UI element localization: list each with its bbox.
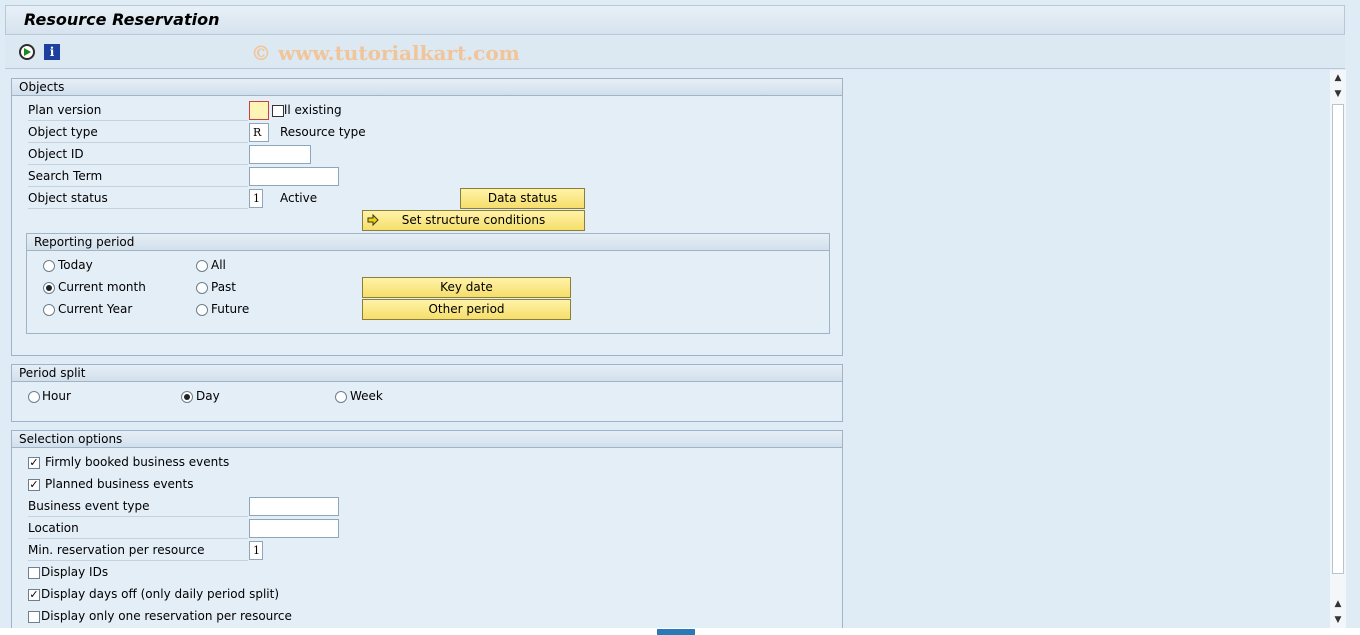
selection-options-group: Selection options ✓ Firmly booked busine… (11, 430, 843, 628)
watermark: © www.tutorialkart.com (251, 41, 520, 65)
objects-group-header: Objects (12, 79, 842, 96)
application-toolbar: i © www.tutorialkart.com (5, 36, 1345, 69)
object-type-text: Resource type (280, 125, 366, 139)
current-month-label: Current month (58, 280, 146, 294)
today-label: Today (58, 258, 93, 272)
selection-options-header: Selection options (12, 431, 842, 448)
key-date-button[interactable]: Key date (362, 277, 571, 298)
current-year-label: Current Year (58, 302, 133, 316)
display-days-off-label: Display days off (only daily period spli… (41, 587, 280, 601)
current-month-radio[interactable] (43, 282, 55, 294)
all-label: All (211, 258, 226, 272)
day-label: Day (196, 389, 220, 403)
plan-version-input[interactable] (249, 101, 269, 120)
scroll-down-icon[interactable]: ▼ (1330, 612, 1346, 628)
object-status-text: Active (280, 191, 318, 205)
empty-area (843, 72, 1330, 628)
day-radio[interactable] (181, 391, 193, 403)
objects-group: Objects Plan version ll existing Object … (11, 78, 843, 356)
search-term-input[interactable] (249, 167, 339, 186)
data-status-button[interactable]: Data status (460, 188, 585, 209)
arrow-right-icon (367, 214, 379, 226)
location-label: Location (28, 518, 248, 539)
past-label: Past (211, 280, 237, 294)
planned-label: Planned business events (45, 477, 194, 491)
display-one-reservation-label: Display only one reservation per resourc… (41, 609, 292, 623)
business-event-type-label: Business event type (28, 496, 248, 517)
future-radio[interactable] (196, 304, 208, 316)
plan-version-text: ll existing (284, 103, 342, 117)
business-event-type-input[interactable] (249, 497, 339, 516)
set-structure-conditions-label: Set structure conditions (401, 213, 546, 227)
location-input[interactable] (249, 519, 339, 538)
status-bar (0, 628, 1360, 635)
period-split-header: Period split (12, 365, 842, 382)
firmly-booked-checkbox[interactable]: ✓ (28, 457, 40, 469)
firmly-booked-label: Firmly booked business events (45, 455, 230, 469)
display-ids-label: Display IDs (41, 565, 109, 579)
display-days-off-checkbox[interactable]: ✓ (28, 589, 40, 601)
title-bar: Resource Reservation (5, 5, 1345, 35)
object-type-label: Object type (28, 122, 248, 143)
object-id-input[interactable] (249, 145, 311, 164)
display-one-reservation-checkbox[interactable] (28, 611, 40, 623)
set-structure-conditions-button[interactable]: Set structure conditions (362, 210, 585, 231)
min-reservation-input[interactable]: 1 (249, 541, 263, 560)
past-radio[interactable] (196, 282, 208, 294)
vertical-scrollbar[interactable]: ▲ ▼ ▲ ▼ (1330, 70, 1346, 628)
execute-icon[interactable] (19, 44, 35, 60)
object-status-input[interactable]: 1 (249, 189, 263, 208)
search-term-label: Search Term (28, 166, 248, 187)
display-ids-checkbox[interactable] (28, 567, 40, 579)
scroll-up-icon[interactable]: ▲ (1330, 70, 1346, 86)
all-radio[interactable] (196, 260, 208, 272)
page-title: Resource Reservation (24, 10, 220, 29)
other-period-button[interactable]: Other period (362, 299, 571, 320)
week-radio[interactable] (335, 391, 347, 403)
min-reservation-label: Min. reservation per resource (28, 540, 248, 561)
scroll-page-up-icon[interactable]: ▼ (1330, 86, 1346, 102)
hour-radio[interactable] (28, 391, 40, 403)
plan-version-label: Plan version (28, 100, 248, 121)
period-split-group: Period split Hour Day Week (11, 364, 843, 422)
object-id-label: Object ID (28, 144, 248, 165)
reporting-period-header: Reporting period (27, 234, 829, 251)
object-type-input[interactable]: R (249, 123, 269, 142)
today-radio[interactable] (43, 260, 55, 272)
reporting-period-group: Reporting period Today All Current month… (26, 233, 830, 334)
scroll-page-down-icon[interactable]: ▲ (1330, 596, 1346, 612)
planned-checkbox[interactable]: ✓ (28, 479, 40, 491)
info-icon[interactable]: i (44, 44, 60, 60)
week-label: Week (350, 389, 383, 403)
hour-label: Hour (42, 389, 71, 403)
object-status-label: Object status (28, 188, 248, 209)
status-bar-indicator (657, 629, 695, 635)
future-label: Future (211, 302, 250, 316)
scroll-thumb[interactable] (1332, 104, 1344, 574)
copy-icon[interactable] (272, 105, 284, 117)
current-year-radio[interactable] (43, 304, 55, 316)
